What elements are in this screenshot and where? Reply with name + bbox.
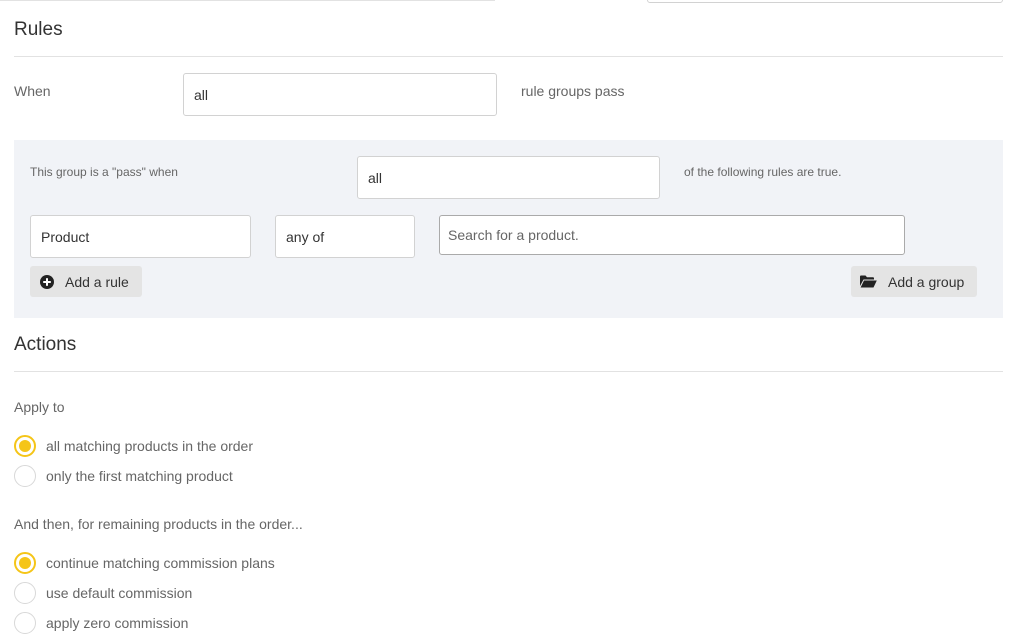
radio-default-commission[interactable]: use default commission <box>14 582 192 604</box>
folder-open-icon <box>860 275 877 288</box>
top-field-partial[interactable] <box>647 0 1003 3</box>
radio-circle[interactable] <box>14 552 36 574</box>
product-search-input[interactable] <box>439 215 905 255</box>
apply-to-label: Apply to <box>14 399 65 415</box>
add-rule-button[interactable]: Add a rule <box>30 266 142 297</box>
radio-label: only the first matching product <box>46 468 233 484</box>
rule-operator-select[interactable]: any of <box>275 215 415 258</box>
group-pass-select-value: all <box>368 169 383 186</box>
rule-field-select[interactable]: Product <box>30 215 251 258</box>
actions-title: Actions <box>14 334 77 355</box>
radio-circle[interactable] <box>14 465 36 487</box>
group-pass-label: This group is a "pass" when <box>30 165 178 179</box>
plus-circle-icon <box>40 274 54 289</box>
add-group-button[interactable]: Add a group <box>851 266 977 297</box>
rule-operator-value: any of <box>286 228 325 245</box>
radio-circle[interactable] <box>14 582 36 604</box>
add-group-label: Add a group <box>888 273 965 290</box>
when-suffix: rule groups pass <box>521 83 625 99</box>
top-divider <box>0 0 495 1</box>
rule-field-value: Product <box>41 228 90 245</box>
add-rule-label: Add a rule <box>65 273 129 290</box>
radio-circle[interactable] <box>14 435 36 457</box>
radio-label: all matching products in the order <box>46 438 253 454</box>
actions-divider <box>14 371 1003 372</box>
radio-zero-commission[interactable]: apply zero commission <box>14 612 188 634</box>
when-select-value: all <box>194 86 209 103</box>
radio-label: use default commission <box>46 585 193 601</box>
group-pass-suffix: of the following rules are true. <box>684 165 842 179</box>
radio-apply-all[interactable]: all matching products in the order <box>14 435 253 457</box>
radio-apply-first[interactable]: only the first matching product <box>14 465 233 487</box>
rules-divider <box>14 56 1003 57</box>
radio-continue-matching[interactable]: continue matching commission plans <box>14 552 275 574</box>
group-pass-select[interactable]: all <box>357 156 660 199</box>
when-select[interactable]: all <box>183 73 497 116</box>
remaining-label: And then, for remaining products in the … <box>14 516 303 532</box>
radio-label: continue matching commission plans <box>46 555 275 571</box>
rules-title: Rules <box>14 19 63 40</box>
when-label: When <box>14 83 51 99</box>
radio-label: apply zero commission <box>46 615 189 631</box>
radio-circle[interactable] <box>14 612 36 634</box>
